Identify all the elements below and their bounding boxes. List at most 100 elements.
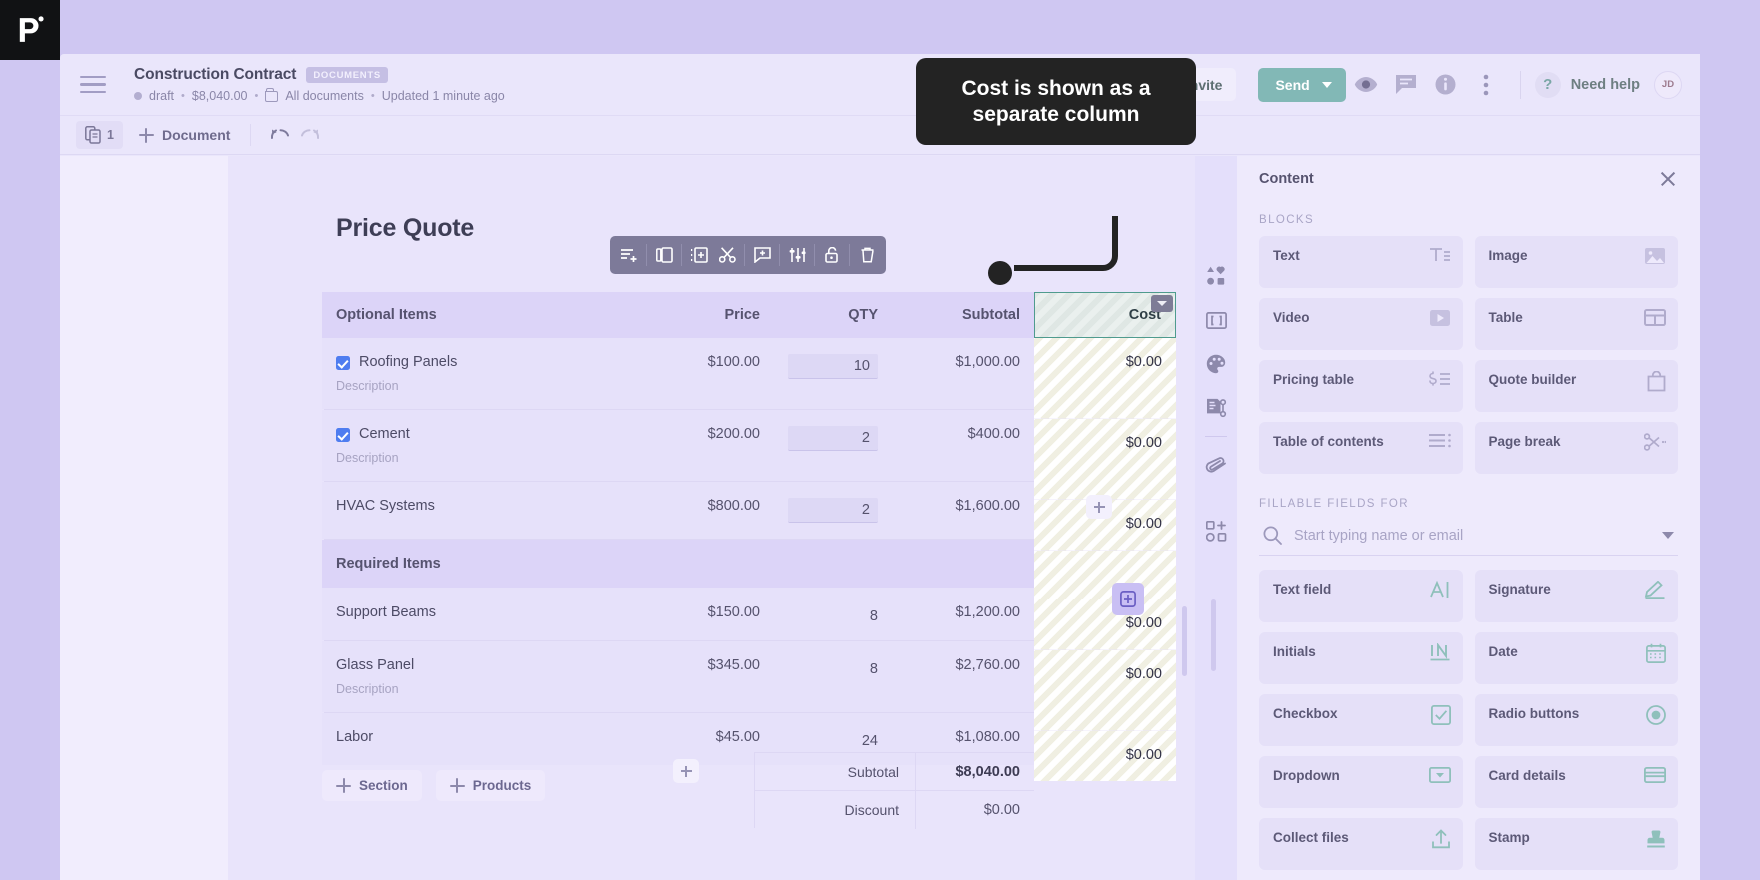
cost-cell[interactable]: $0.00 [1034,338,1176,418]
redo-button[interactable] [295,120,325,150]
cut-button[interactable] [713,241,741,269]
table-row[interactable]: Cement Description $200.00 2 $400.00 [322,410,1034,481]
row-description[interactable]: Description [336,379,624,393]
need-help-button[interactable]: ? Need help [1534,71,1640,98]
row-name-cell[interactable]: Roofing Panels Description [322,338,638,409]
row-subtotal-cell[interactable]: $1,200.00 [892,588,1034,640]
field-initials[interactable]: Initials [1259,632,1463,684]
column-header-qty[interactable]: QTY [774,292,892,338]
column-dropdown-handle[interactable] [1151,295,1173,312]
block-table[interactable]: Table [1474,298,1678,350]
total-value[interactable]: $8,040.00 [915,752,1034,791]
comments-button[interactable] [1386,65,1426,105]
close-icon[interactable] [1658,169,1678,189]
row-name-cell[interactable]: HVAC Systems [322,482,638,539]
row-qty-cell[interactable]: 2 [774,410,892,481]
theme-icon[interactable] [1195,342,1237,386]
table-row[interactable]: HVAC Systems $800.00 2 $1,600.00 [322,482,1034,539]
add-products-button[interactable]: Products [435,770,546,801]
qty-input[interactable]: 2 [788,426,878,451]
chevron-down-icon[interactable] [1662,532,1674,539]
add-comment-button[interactable] [748,241,776,269]
row-description[interactable]: Description [336,451,624,465]
column-header-name[interactable]: Optional Items [322,292,638,338]
cost-cell[interactable]: $0.00 [1034,731,1176,781]
preview-button[interactable] [1346,65,1386,105]
qty-value[interactable]: 8 [870,604,878,624]
row-subtotal-cell[interactable]: $2,760.00 [892,641,1034,712]
qty-value[interactable]: 24 [862,729,878,749]
lock-button[interactable] [818,241,846,269]
avatar[interactable]: JD [1654,70,1682,99]
recipient-search[interactable]: Start typing name or email [1259,520,1678,556]
qty-value[interactable]: 8 [870,657,878,677]
cost-cell[interactable]: $0.00 [1034,599,1176,649]
field-radio-buttons[interactable]: Radio buttons [1474,694,1678,746]
insert-block-button[interactable] [1112,583,1144,615]
add-block-icon[interactable] [1195,509,1237,553]
block-text[interactable]: Text [1259,236,1463,288]
row-subtotal-cell[interactable]: $1,600.00 [892,482,1034,539]
field-card-details[interactable]: Card details [1474,756,1678,808]
canvas-scrollbar[interactable] [1182,606,1187,676]
table-row[interactable]: Glass Panel Description $345.00 8 $2,760.00 [322,641,1034,712]
align-button[interactable] [615,241,643,269]
total-value[interactable]: $0.00 [915,790,1034,829]
add-section-button[interactable]: Section [322,770,422,801]
row-checkbox[interactable] [336,356,350,370]
panel-scrollbar[interactable] [1211,599,1216,671]
folder-label[interactable]: All documents [285,89,364,103]
row-qty-cell[interactable]: 8 [774,641,892,712]
qty-input[interactable]: 10 [788,354,878,379]
row-subtotal-cell[interactable]: $1,000.00 [892,338,1034,409]
column-header-subtotal[interactable]: Subtotal [892,292,1034,338]
delete-button[interactable] [853,241,881,269]
field-checkbox[interactable]: Checkbox [1259,694,1463,746]
column-header-price[interactable]: Price [638,292,774,338]
cost-cell[interactable]: $0.00 [1034,419,1176,499]
field-date[interactable]: Date [1474,632,1678,684]
cost-column-header-cell[interactable]: Cost [1034,292,1176,338]
qty-input[interactable]: 2 [788,498,878,523]
block-quote-builder[interactable]: Quote builder [1474,360,1678,412]
block-page-break[interactable]: Page break [1474,422,1678,474]
row-price-cell[interactable]: $100.00 [638,338,774,409]
row-price-cell[interactable]: $150.00 [638,588,774,640]
menu-icon[interactable] [76,68,110,102]
row-name-cell[interactable]: Glass Panel Description [322,641,638,712]
row-name-cell[interactable]: Cement Description [322,410,638,481]
undo-button[interactable] [265,120,295,150]
block-table-of-contents[interactable]: Table of contents [1259,422,1463,474]
table-row[interactable]: Roofing Panels Description $100.00 10 $1,000… [322,338,1034,409]
more-options-button[interactable] [1466,65,1506,105]
section-title[interactable]: Required Items [322,540,638,588]
row-name-cell[interactable]: Labor [322,713,638,765]
row-price-cell[interactable]: $200.00 [638,410,774,481]
row-description[interactable]: Description [336,682,624,696]
attachments-icon[interactable] [1195,443,1237,487]
field-stamp[interactable]: Stamp [1474,818,1678,870]
row-qty-cell[interactable]: 8 [774,588,892,640]
block-pricing-table[interactable]: Pricing table [1259,360,1463,412]
row-subtotal-cell[interactable]: $400.00 [892,410,1034,481]
add-row-button[interactable] [673,759,699,783]
field-collect-files[interactable]: Collect files [1259,818,1463,870]
add-document-button[interactable]: Document [138,127,230,143]
table-row[interactable]: Support Beams $150.00 8 $1,200.00 [322,588,1034,640]
send-button[interactable]: Send [1258,67,1346,102]
field-signature[interactable]: Signature [1474,570,1678,622]
add-column-button[interactable] [1086,495,1112,519]
cost-cell[interactable]: $0.00 [1034,650,1176,730]
row-price-cell[interactable]: $345.00 [638,641,774,712]
pages-button[interactable]: 1 [76,121,123,149]
row-price-cell[interactable]: $800.00 [638,482,774,539]
field-dropdown[interactable]: Dropdown [1259,756,1463,808]
row-qty-cell[interactable]: 10 [774,338,892,409]
block-image[interactable]: Image [1474,236,1678,288]
info-button[interactable] [1426,65,1466,105]
workflow-icon[interactable] [1195,386,1237,430]
duplicate-button[interactable] [650,241,678,269]
insert-column-button[interactable] [685,241,713,269]
block-video[interactable]: Video [1259,298,1463,350]
field-text-field[interactable]: Text field [1259,570,1463,622]
